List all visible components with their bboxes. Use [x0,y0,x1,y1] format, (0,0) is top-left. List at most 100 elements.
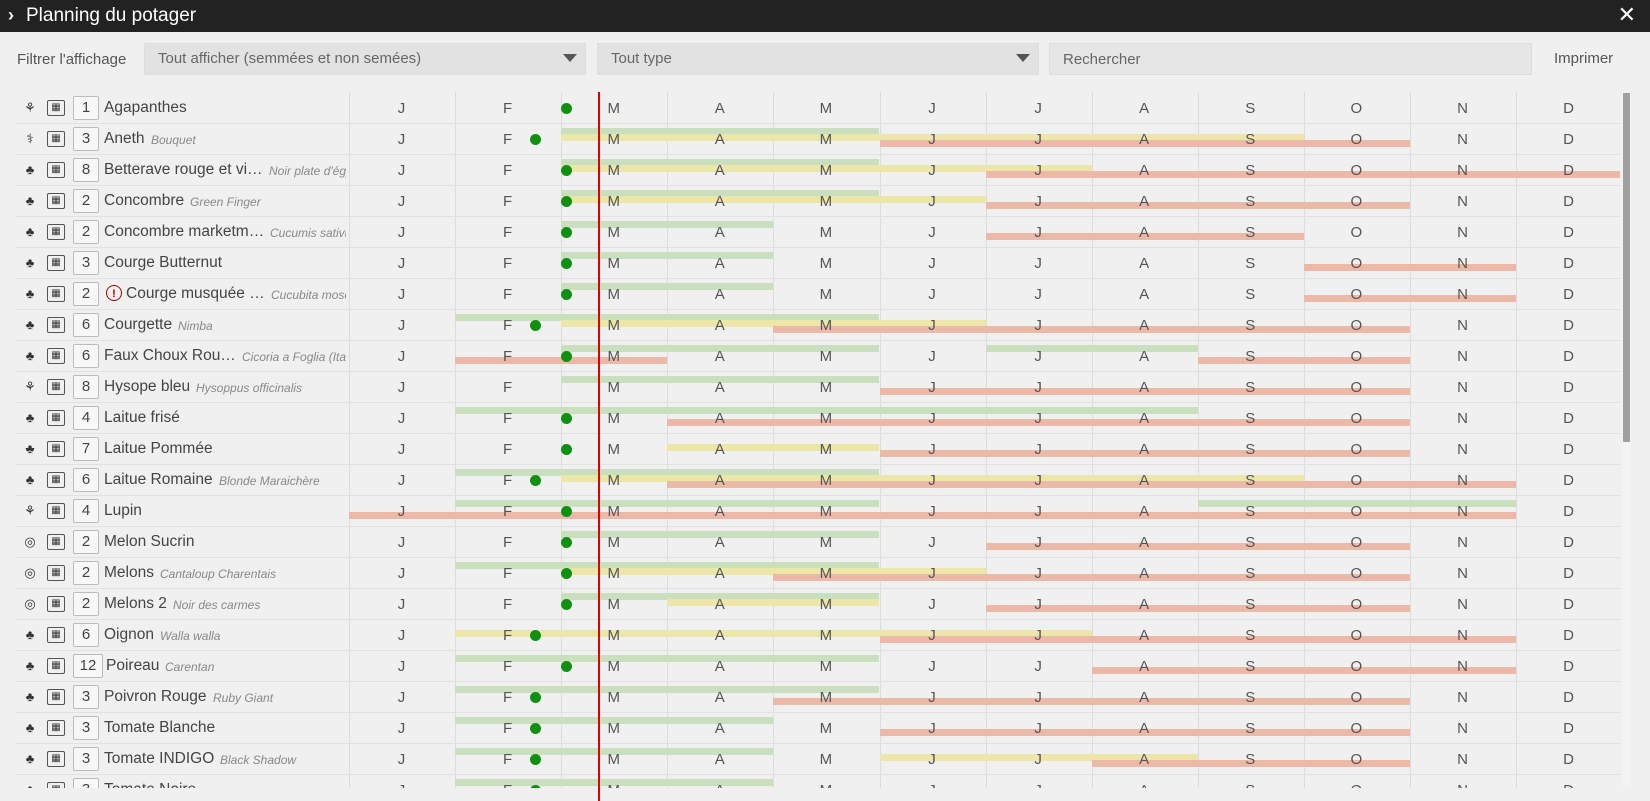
quantity-box[interactable]: 4 [73,406,99,430]
quantity-box[interactable]: 1 [73,96,99,120]
display-filter-select[interactable]: Tout afficher (semmées et non semées) [144,43,586,75]
sowing-dot[interactable] [530,692,541,703]
plant-sheet-icon[interactable]: ▦ [47,100,65,116]
print-button[interactable]: Imprimer [1540,43,1627,75]
plant-sheet-icon[interactable]: ▦ [47,255,65,271]
quantity-box[interactable]: 6 [73,313,99,337]
plant-name[interactable]: Melon Sucrin [104,533,194,551]
plant-name[interactable]: Tomate Noire [104,781,196,788]
plant-sheet-icon[interactable]: ▦ [47,627,65,643]
table-row[interactable]: ♣ ▦ 3 Poivron Rouge Ruby Giant J F M A M J J A S O N D [16,682,1620,713]
table-row[interactable]: ♣ ▦ 6 Oignon Walla walla J F M A M J J A S O N D [16,620,1620,651]
plant-name[interactable]: Laitue frisé [104,409,180,427]
sowing-dot[interactable] [561,568,572,579]
sowing-dot[interactable] [561,165,572,176]
plant-sheet-icon[interactable]: ▦ [47,162,65,178]
chevron-right-icon[interactable]: › [8,6,14,24]
table-row[interactable]: ◎ ▦ 2 Melon Sucrin J F M A M J J A S O N D [16,527,1620,558]
type-filter-select[interactable]: Tout type [597,43,1039,75]
table-row[interactable]: ⚘ ▦ 8 Hysope bleu Hysoppus officinalis J F M A M J… [16,372,1620,403]
plant-sheet-icon[interactable]: ▦ [47,348,65,364]
table-row[interactable]: ♣ ▦ 12 Poireau Carentan J F M A M J J A S O N D [16,651,1620,682]
sowing-dot[interactable] [561,196,572,207]
plant-name[interactable]: Oignon [104,626,154,644]
plant-name[interactable]: Faux Choux Rou… [104,347,236,365]
quantity-box[interactable]: 6 [73,468,99,492]
quantity-box[interactable]: 3 [73,716,99,740]
plant-name[interactable]: Poireau [106,657,159,675]
plant-name[interactable]: Laitue Pommée [104,440,213,458]
plant-name[interactable]: Laitue Romaine [104,471,213,489]
sowing-dot[interactable] [561,351,572,362]
search-input[interactable] [1049,43,1532,75]
quantity-box[interactable]: 12 [73,654,103,678]
sowing-dot[interactable] [561,289,572,300]
table-row[interactable]: ♣ ▦ 3 Courge Butternut J F M A M J J A S O N D [16,248,1620,279]
plant-name[interactable]: Melons [104,564,154,582]
quantity-box[interactable]: 6 [73,623,99,647]
table-row[interactable]: ♣ ▦ 2 Concombre Green Finger J F M A M J J A S O N D [16,186,1620,217]
plant-sheet-icon[interactable]: ▦ [47,317,65,333]
quantity-box[interactable]: 2 [73,282,99,306]
sowing-dot[interactable] [561,413,572,424]
plant-sheet-icon[interactable]: ▦ [47,782,65,788]
plant-name[interactable]: Tomate INDIGO [104,750,214,768]
table-row[interactable]: ◎ ▦ 2 Melons Cantaloup Charentais J F M A M J J A S O N… [16,558,1620,589]
sowing-dot[interactable] [561,103,572,114]
plant-name[interactable]: Lupin [104,502,142,520]
quantity-box[interactable]: 2 [73,592,99,616]
table-row[interactable]: ◎ ▦ 2 Melons 2 Noir des carmes J F M A M J J A S O N D [16,589,1620,620]
plant-sheet-icon[interactable]: ▦ [47,534,65,550]
plant-name[interactable]: Tomate Blanche [104,719,215,737]
plant-sheet-icon[interactable]: ▦ [47,503,65,519]
table-row[interactable]: ♣ ▦ 3 Tomate INDIGO Black Shadow J F M A M J J A S O N D [16,744,1620,775]
plant-sheet-icon[interactable]: ▦ [47,689,65,705]
plant-sheet-icon[interactable]: ▦ [47,131,65,147]
sowing-dot[interactable] [530,723,541,734]
quantity-box[interactable]: 8 [73,158,99,182]
quantity-box[interactable]: 3 [73,685,99,709]
table-row[interactable]: ⚘ ▦ 4 Lupin J F M A M J J A S O N D [16,496,1620,527]
sowing-dot[interactable] [530,475,541,486]
plant-sheet-icon[interactable]: ▦ [47,193,65,209]
sowing-dot[interactable] [561,227,572,238]
table-row[interactable]: ♣ ▦ 2!Courge musquée … Cucubita moschata J F M… [16,279,1620,310]
plant-sheet-icon[interactable]: ▦ [47,224,65,240]
sowing-dot[interactable] [561,258,572,269]
plant-sheet-icon[interactable]: ▦ [47,286,65,302]
sowing-dot[interactable] [530,134,541,145]
sowing-dot[interactable] [561,444,572,455]
plant-name[interactable]: Concombre [104,192,184,210]
quantity-box[interactable]: 3 [73,251,99,275]
sowing-dot[interactable] [561,599,572,610]
table-row[interactable]: ⚘ ▦ 1 Agapanthes J F M A M J J A S O N D [16,93,1620,124]
quantity-box[interactable]: 4 [73,499,99,523]
sowing-dot[interactable] [561,661,572,672]
plant-sheet-icon[interactable]: ▦ [47,472,65,488]
quantity-box[interactable]: 2 [73,220,99,244]
plant-name[interactable]: Aneth [104,130,145,148]
close-icon[interactable]: ✕ [1618,4,1636,26]
table-row[interactable]: ♣ ▦ 6 Laitue Romaine Blonde Maraichère J F M A M J… [16,465,1620,496]
plant-sheet-icon[interactable]: ▦ [47,720,65,736]
plant-sheet-icon[interactable]: ▦ [47,441,65,457]
plant-name[interactable]: Concombre marketm… [104,223,264,241]
table-row[interactable]: ♣ ▦ 6 Courgette Nimba J F M A M J J A S O N D [16,310,1620,341]
plant-name[interactable]: Poivron Rouge [104,688,207,706]
plant-sheet-icon[interactable]: ▦ [47,410,65,426]
table-row[interactable]: ♣ ▦ 6 Faux Choux Rou… Cicoria a Foglia (Ital… [16,341,1620,372]
plant-sheet-icon[interactable]: ▦ [47,751,65,767]
quantity-box[interactable]: 3 [73,127,99,151]
quantity-box[interactable]: 2 [73,189,99,213]
quantity-box[interactable]: 2 [73,530,99,554]
sowing-dot[interactable] [561,506,572,517]
plant-name[interactable]: Courge Butternut [104,254,222,272]
plant-name[interactable]: Betterave rouge et vi… [104,161,263,179]
plant-sheet-icon[interactable]: ▦ [47,565,65,581]
plant-name[interactable]: Agapanthes [104,99,187,117]
table-row[interactable]: ♣ ▦ 7 Laitue Pommée J F M A M J J A S O N D [16,434,1620,465]
plant-sheet-icon[interactable]: ▦ [47,596,65,612]
quantity-box[interactable]: 8 [73,375,99,399]
table-row[interactable]: ♣ ▦ 8 Betterave rouge et vi… Noir plate d'ég… [16,155,1620,186]
table-row[interactable]: ♣▦3Tomate NoireJFMAMJJASOND [16,775,1620,788]
